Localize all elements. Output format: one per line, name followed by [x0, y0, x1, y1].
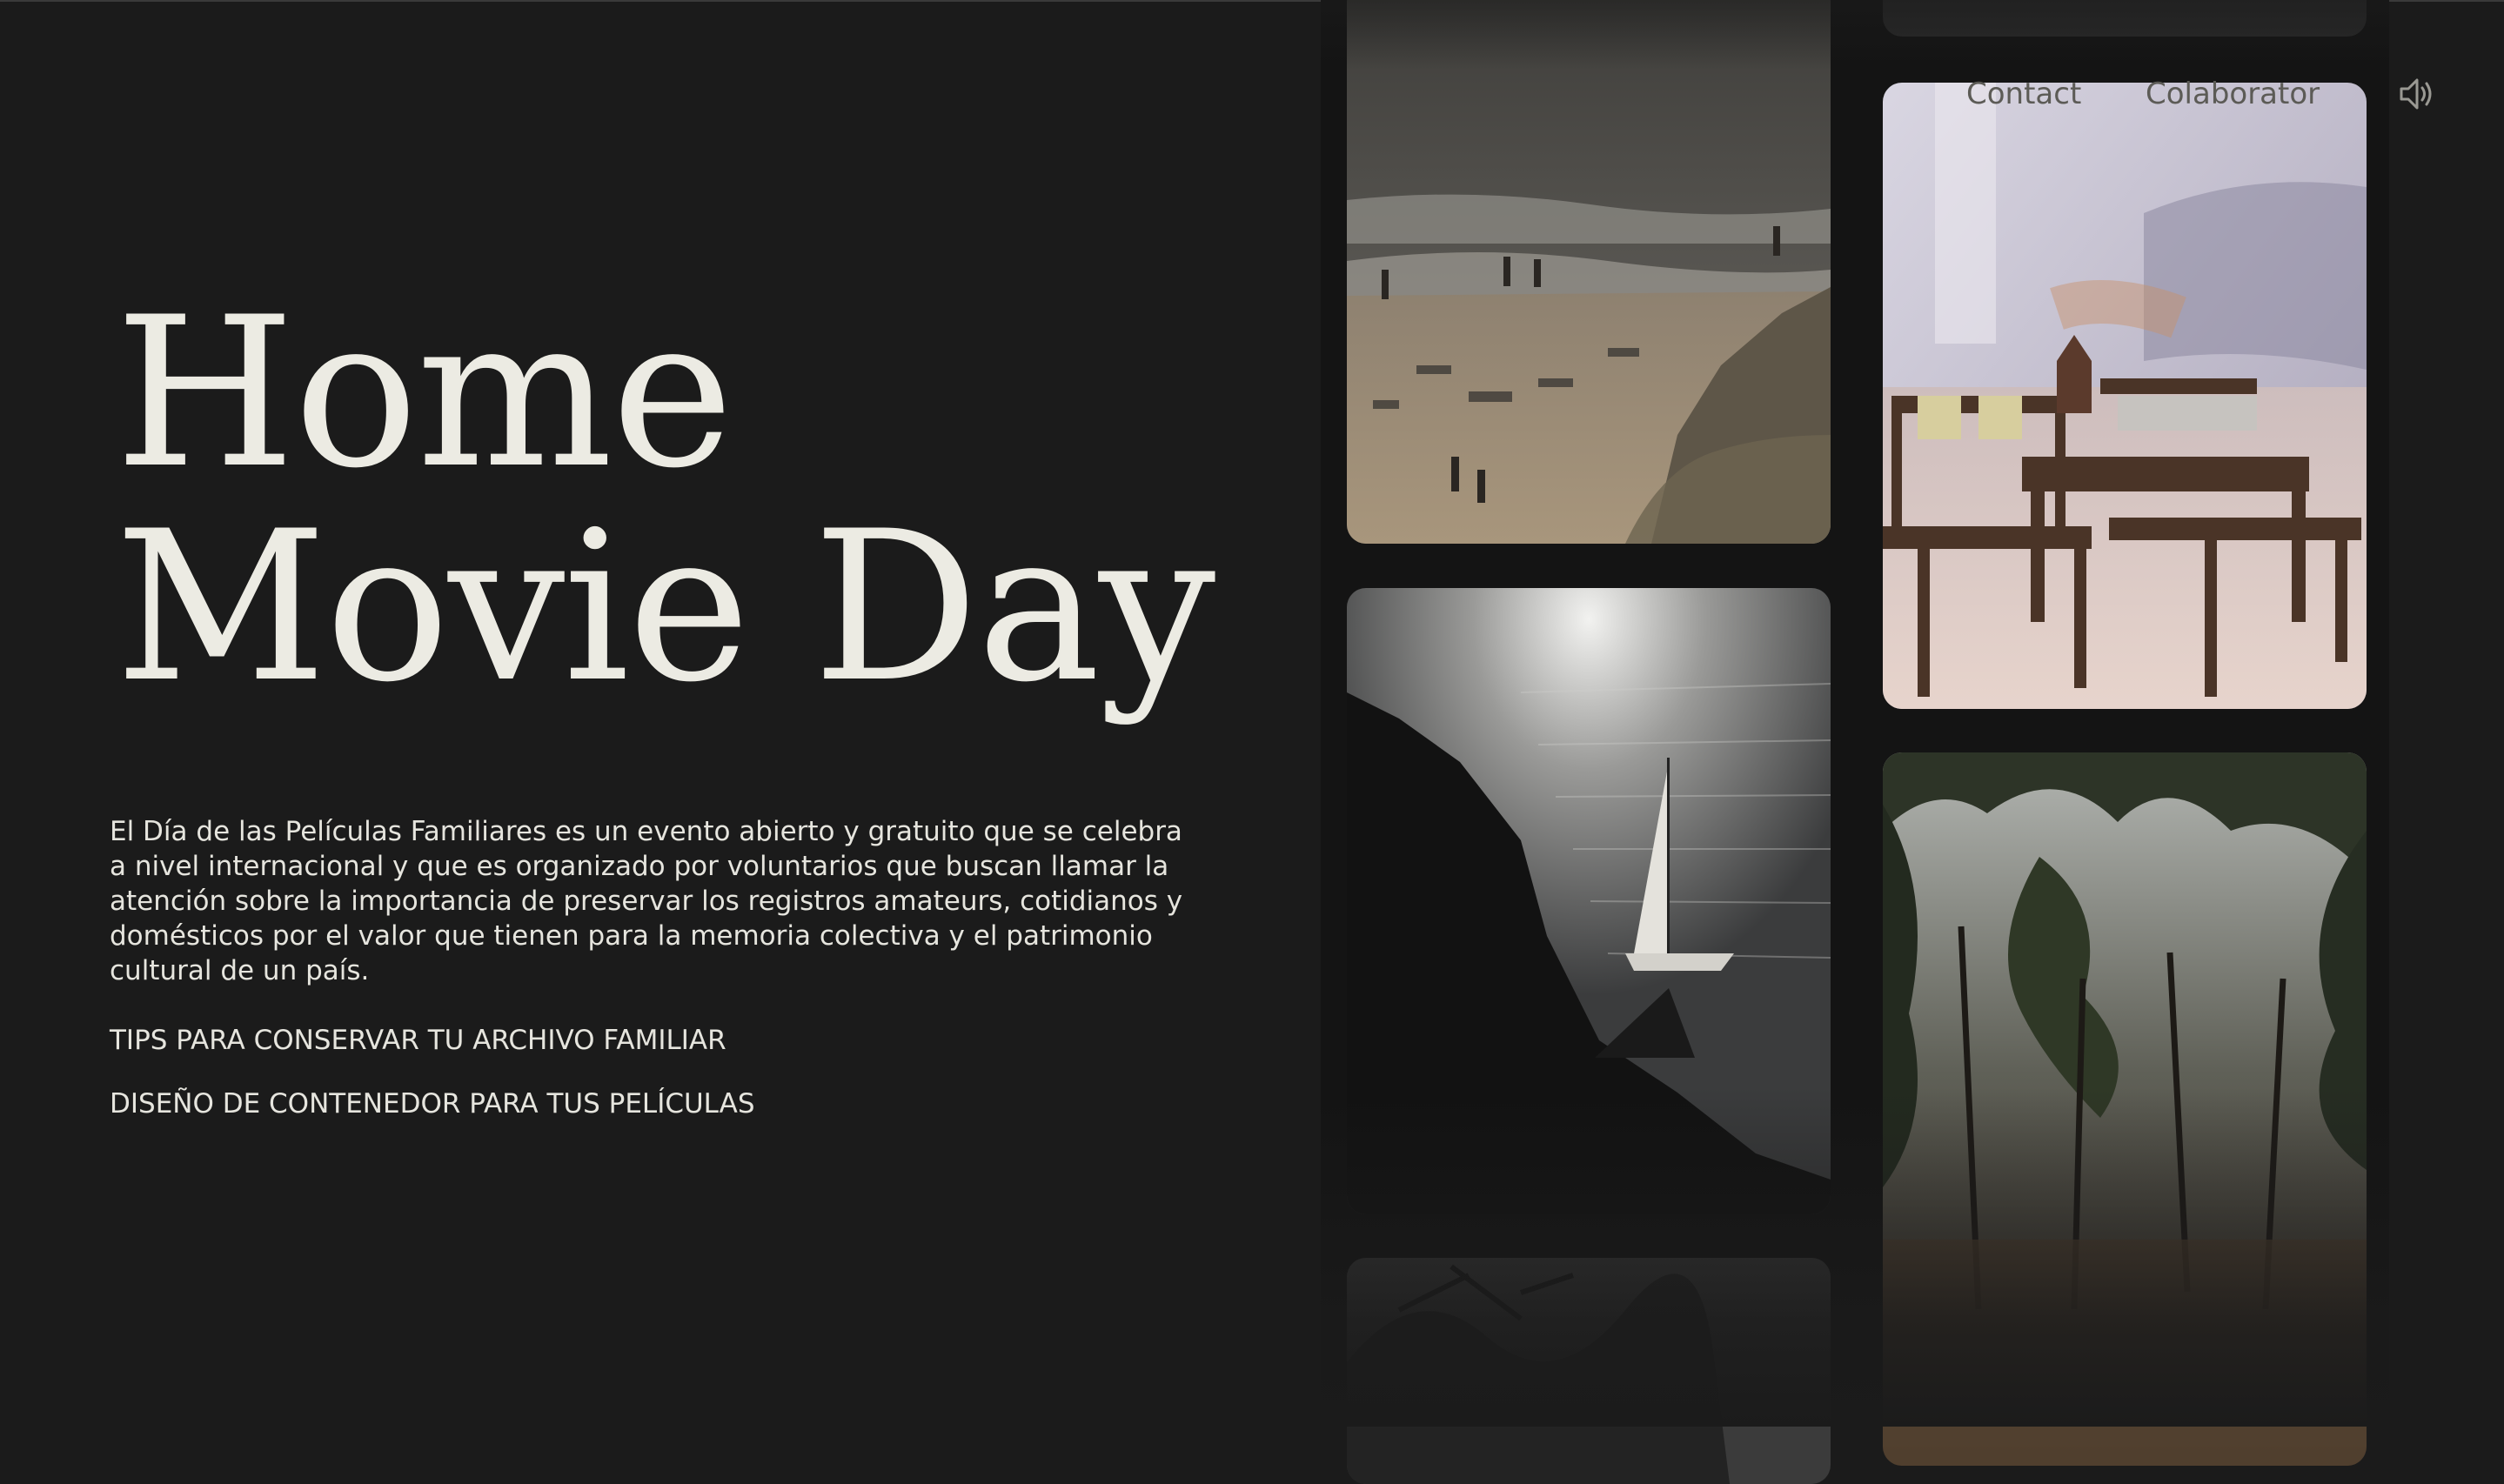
page-title: Home Movie Day [115, 273, 1215, 728]
speaker-sound-icon[interactable] [2396, 73, 2438, 115]
photo-forest[interactable] [1883, 752, 2367, 1466]
intro-paragraph: El Día de las Películas Familiares es un… [110, 816, 1183, 986]
nav-contact[interactable]: Contact [1966, 77, 2081, 118]
photo-sailboat[interactable] [1347, 588, 1831, 1214]
photo-pines[interactable] [1347, 1258, 1831, 1484]
container-design-link[interactable]: DISEÑO DE CONTENEDOR PARA TUS PELÍCULAS [110, 1088, 755, 1120]
tips-archive-link[interactable]: TIPS PARA CONSERVAR TU ARCHIVO FAMILIAR [110, 1025, 726, 1056]
photo-top-strip[interactable] [1883, 0, 2367, 37]
nav-colaborator[interactable]: Colaborator [2146, 77, 2320, 118]
title-line-movie-day: Movie Day [115, 487, 1215, 728]
photo-beach[interactable] [1347, 0, 1831, 544]
photo-boat-deck[interactable] [1883, 83, 2367, 709]
title-line-home: Home [115, 273, 733, 514]
